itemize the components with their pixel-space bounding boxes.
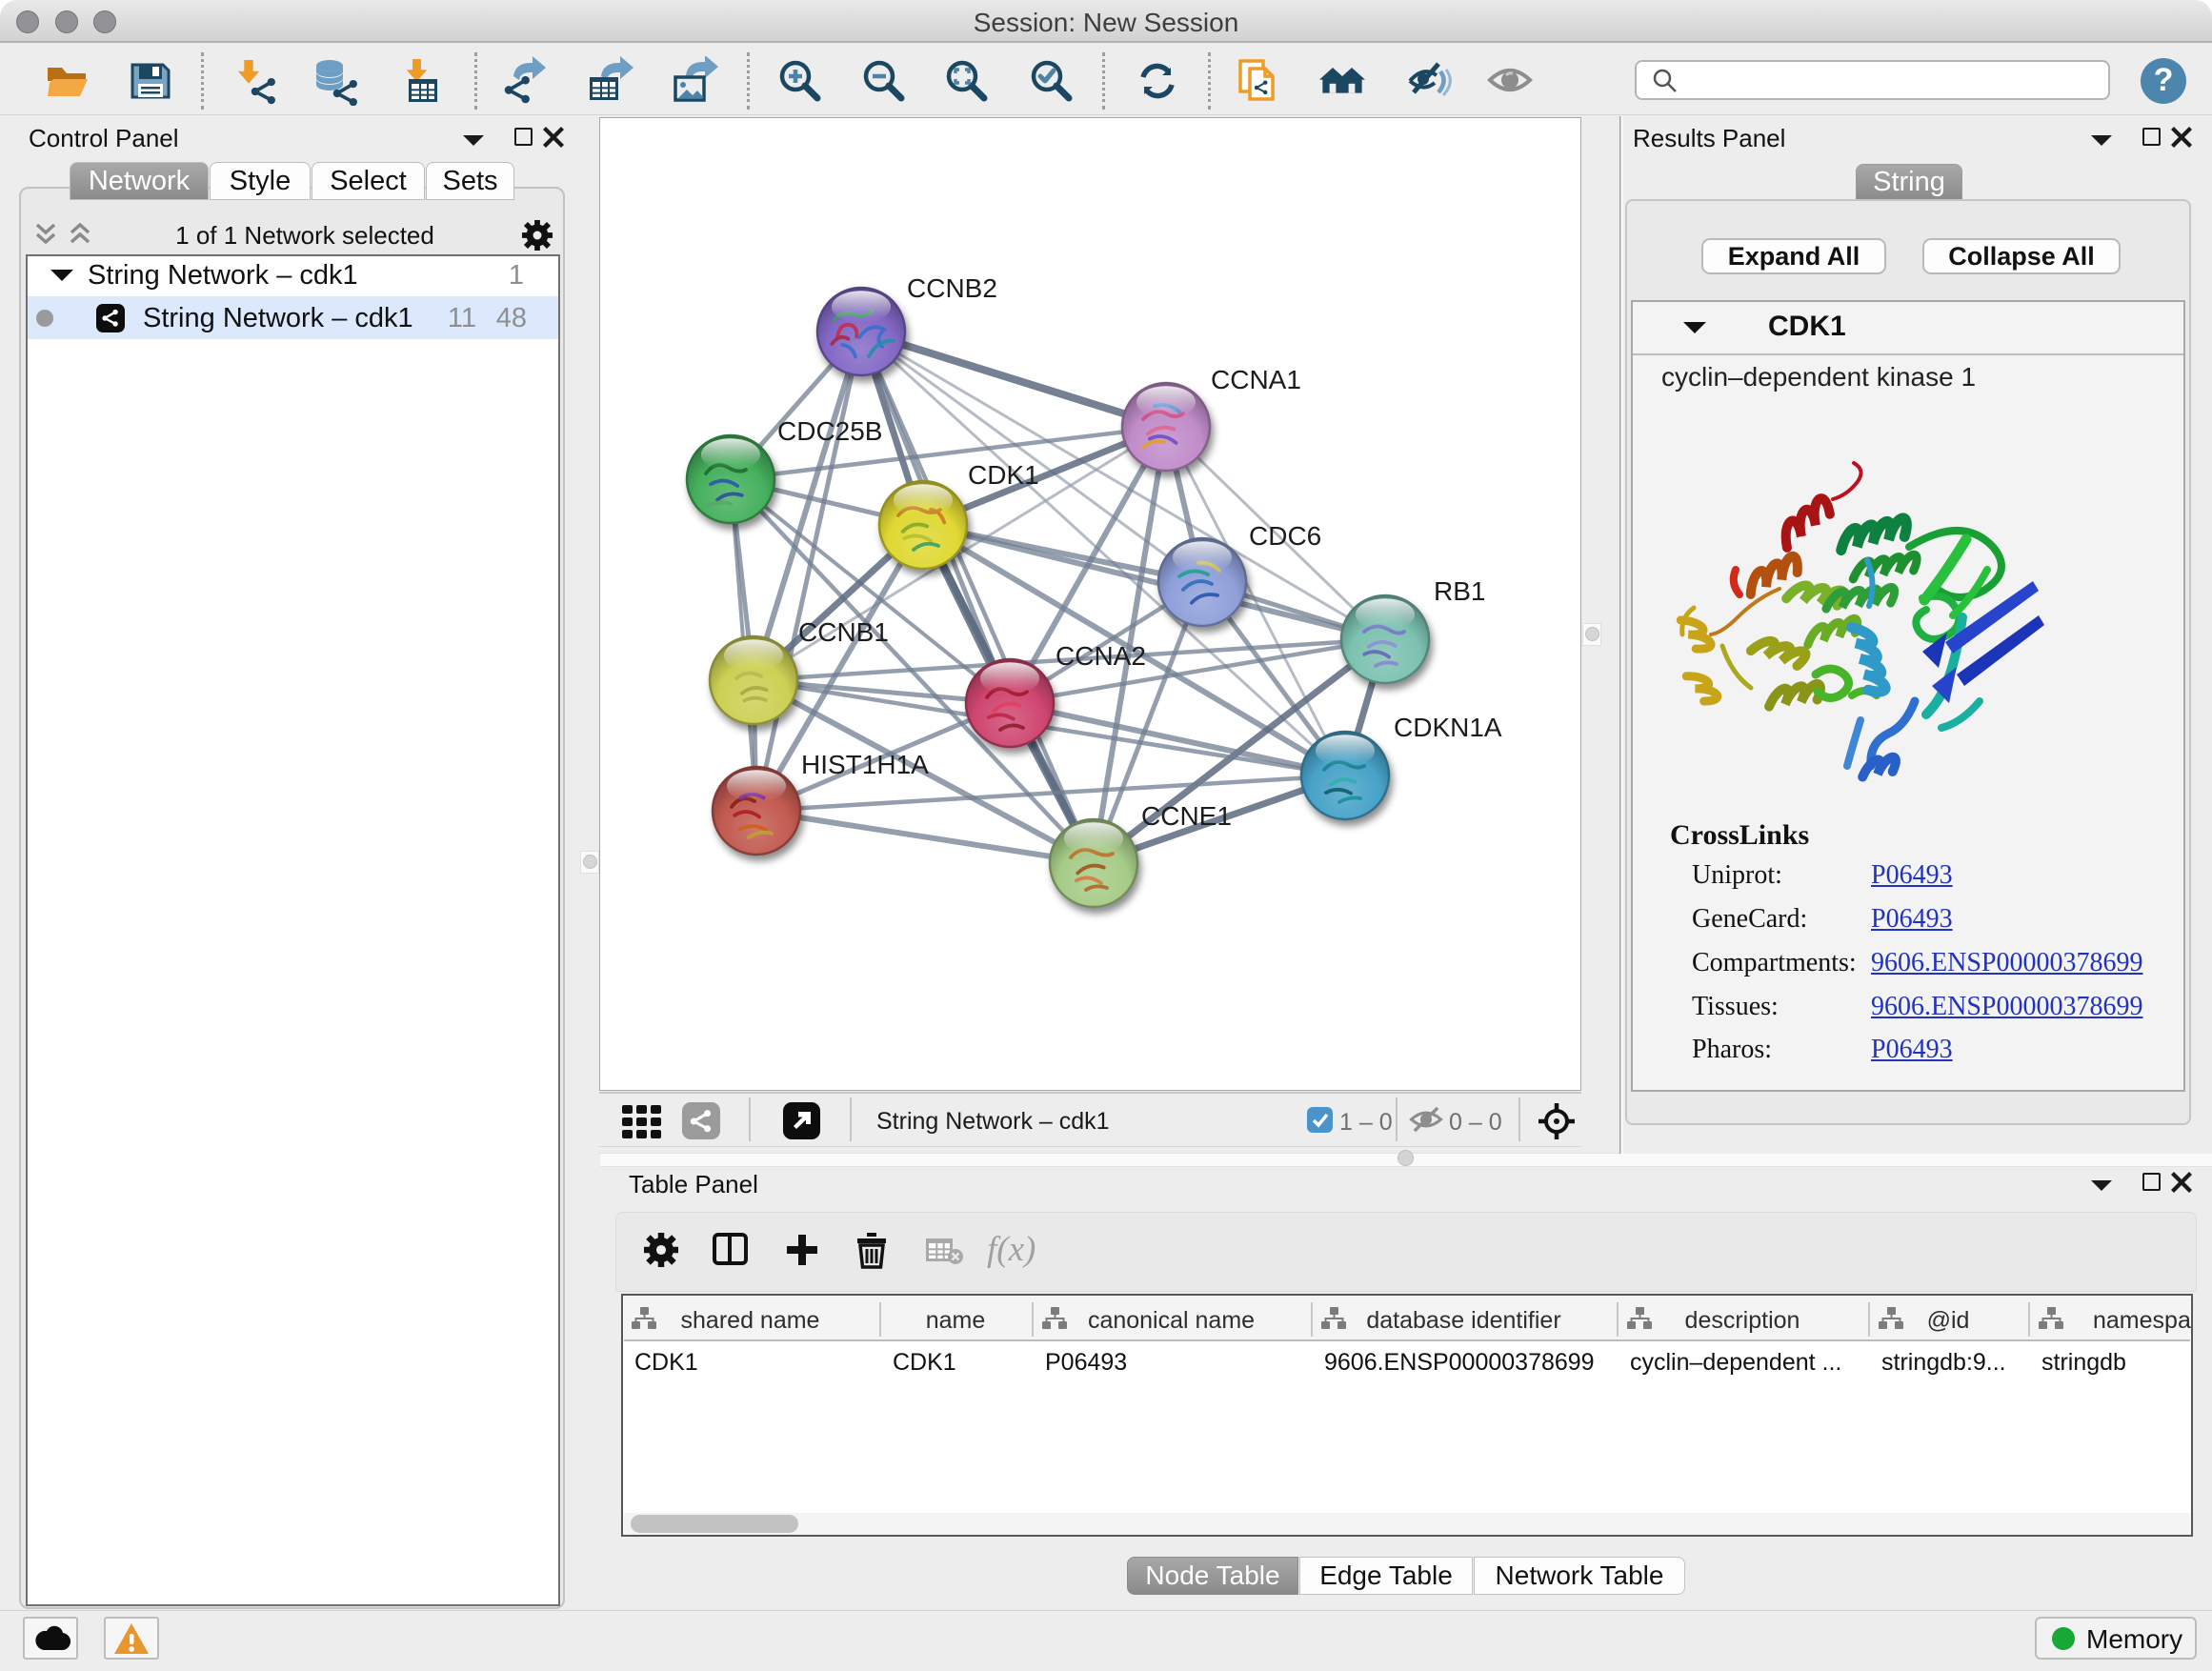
svg-text:CCNE1: CCNE1 — [1141, 801, 1232, 831]
svg-text:CDC6: CDC6 — [1249, 521, 1321, 551]
svg-text:HIST1H1A: HIST1H1A — [801, 750, 929, 779]
svg-text:CDK1: CDK1 — [968, 460, 1039, 490]
svg-text:?: ? — [2154, 62, 2174, 98]
svg-text:CCNB2: CCNB2 — [907, 273, 997, 303]
svg-text:CDC25B: CDC25B — [777, 416, 882, 446]
svg-text:RB1: RB1 — [1434, 576, 1485, 606]
svg-text:CDKN1A: CDKN1A — [1394, 713, 1502, 742]
svg-text:CCNA1: CCNA1 — [1211, 365, 1301, 394]
svg-text:CCNA2: CCNA2 — [1056, 641, 1146, 671]
svg-text:CCNB1: CCNB1 — [798, 617, 889, 647]
